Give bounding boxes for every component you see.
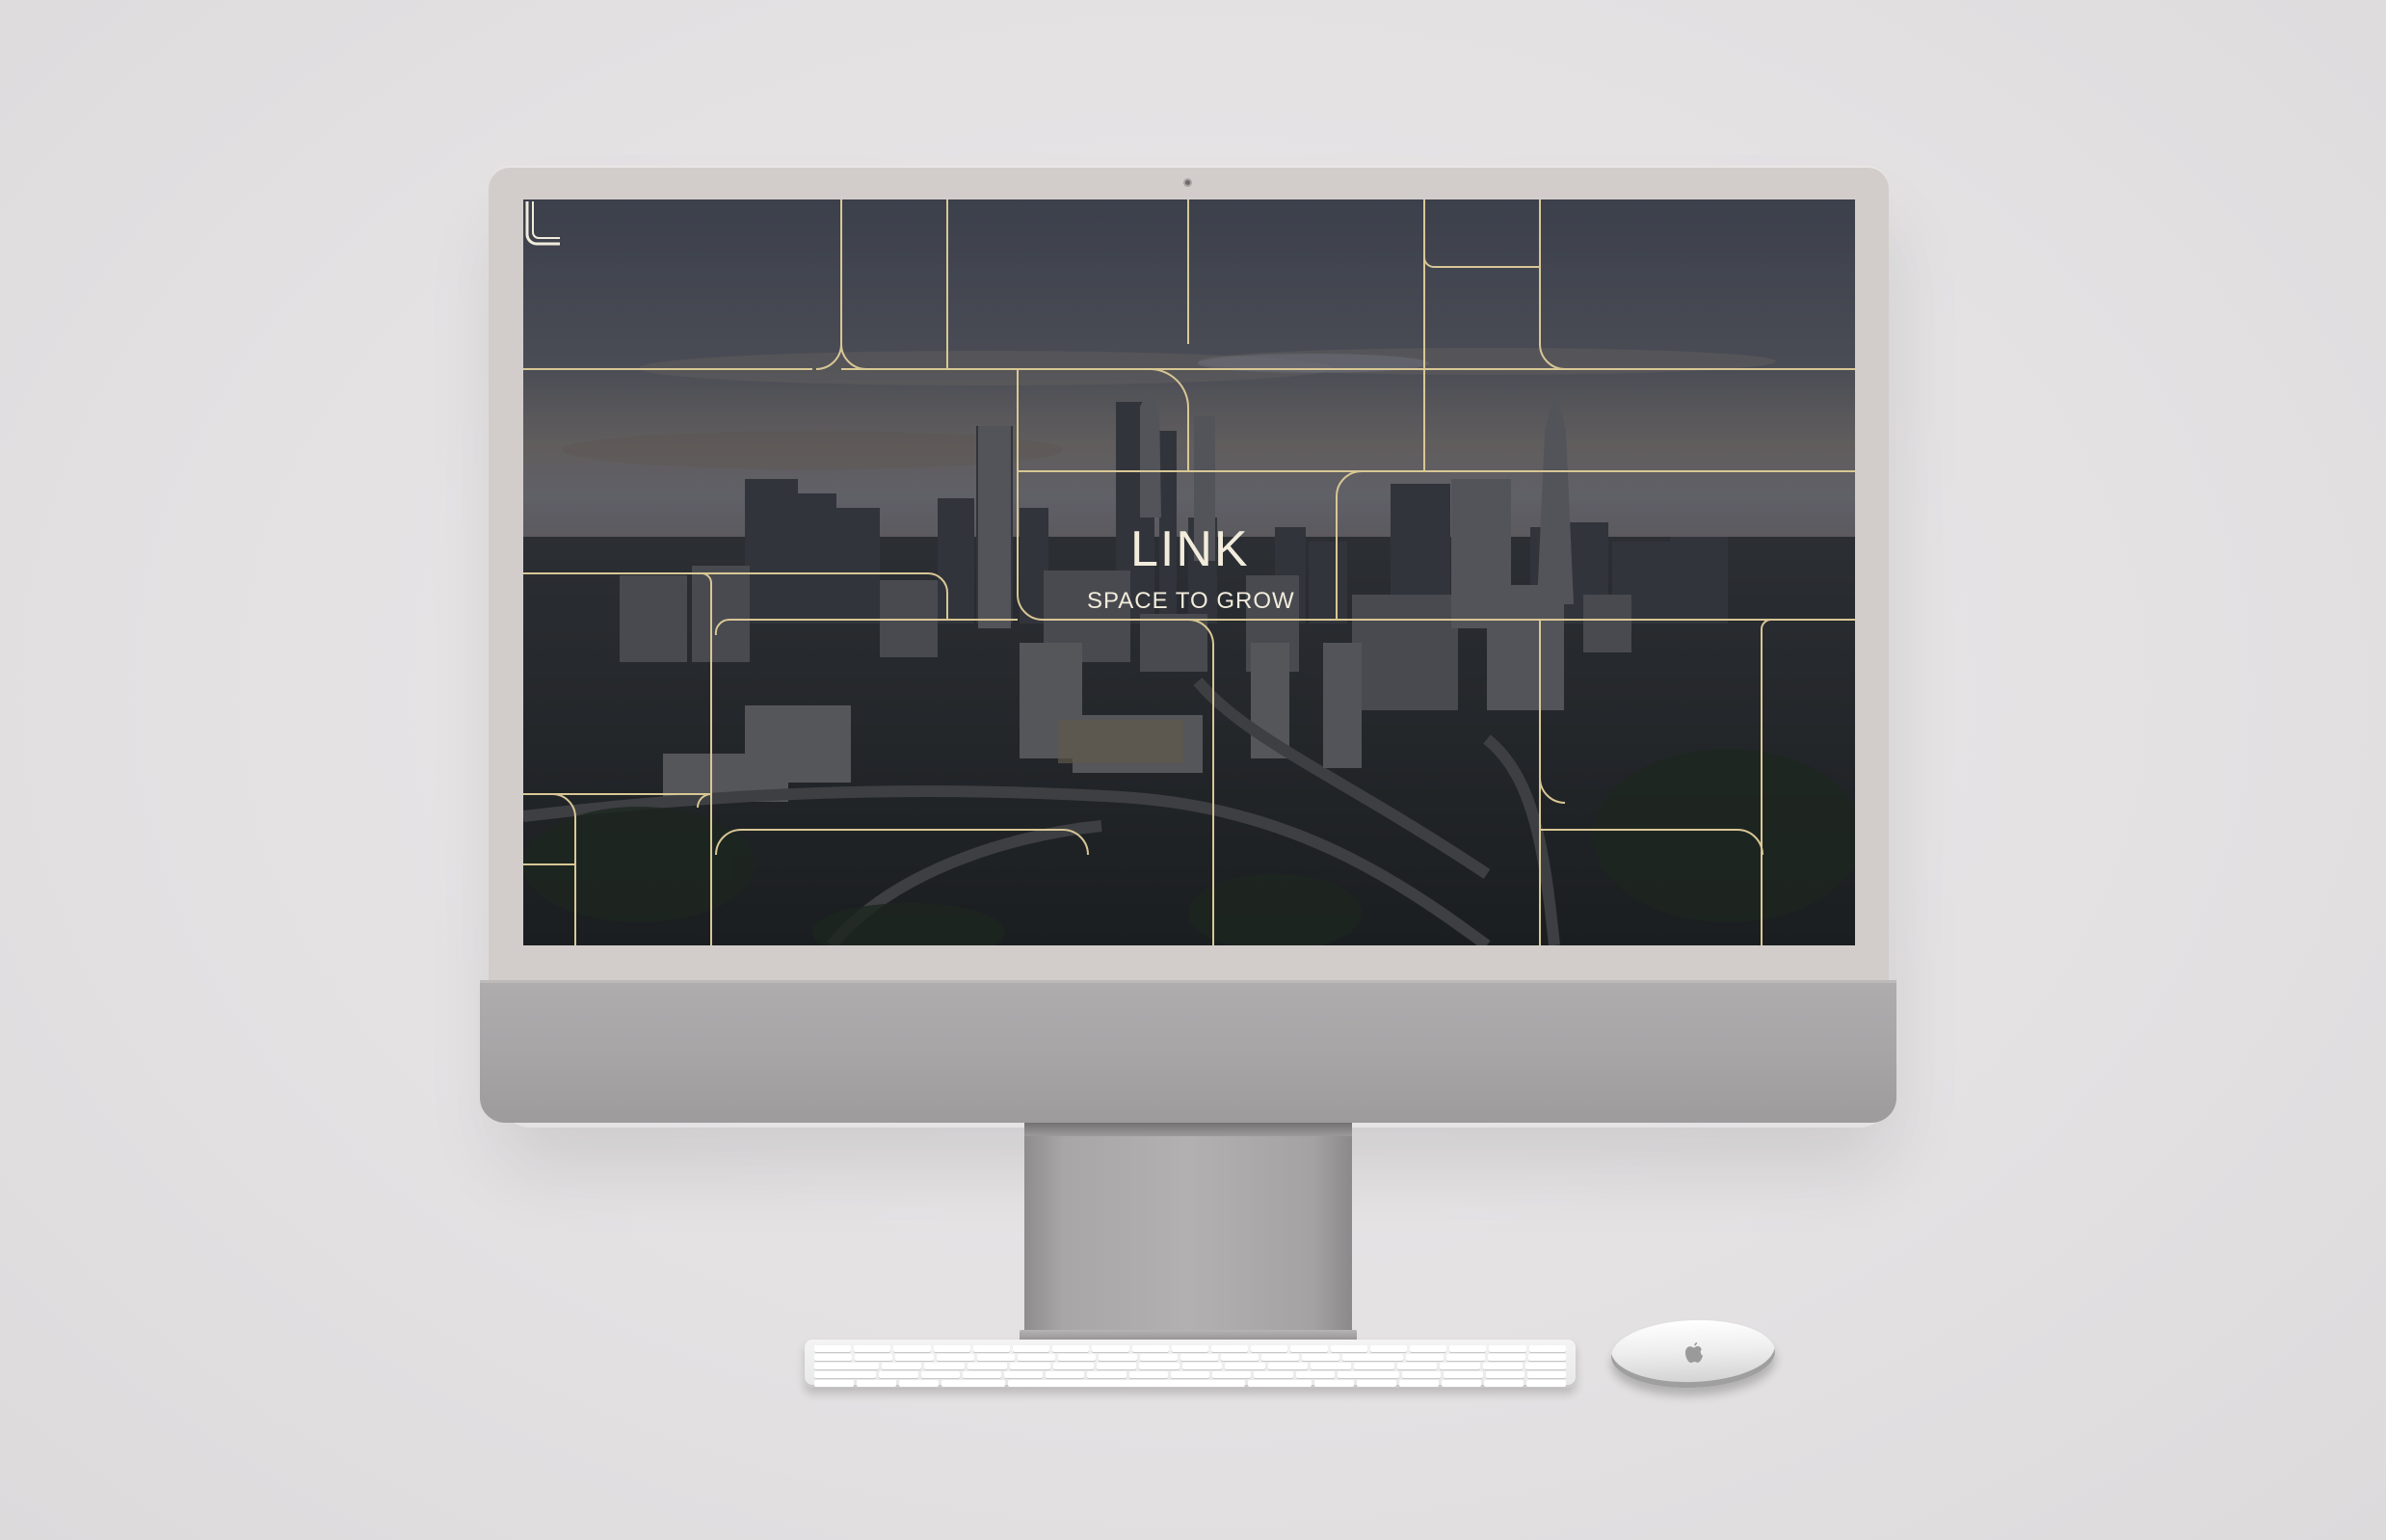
brand-lockup: LINK SPACE TO GROW xyxy=(523,199,1855,945)
monitor-stand-shadow xyxy=(1024,1123,1352,1136)
monitor-chin xyxy=(480,980,1896,1123)
keyboard[interactable] xyxy=(805,1340,1576,1388)
logo-wordmark: LINK xyxy=(1130,521,1250,577)
product-mockup-scene: LINK SPACE TO GROW xyxy=(0,0,2386,1540)
mouse[interactable] xyxy=(1609,1317,1777,1391)
tagline: SPACE TO GROW xyxy=(1087,588,1295,614)
monitor-stand xyxy=(1024,1123,1352,1340)
apple-logo-icon xyxy=(1684,1341,1704,1364)
keyboard-keys xyxy=(814,1345,1567,1388)
camera-icon xyxy=(1183,178,1192,187)
monitor-screen: LINK SPACE TO GROW xyxy=(523,199,1855,945)
link-l-mark-icon xyxy=(525,201,560,246)
